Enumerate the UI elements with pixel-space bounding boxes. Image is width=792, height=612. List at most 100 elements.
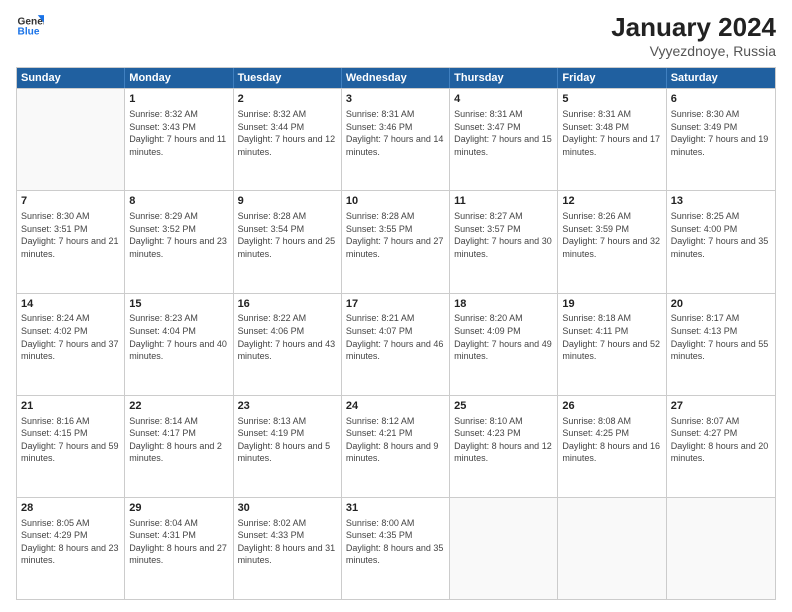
table-row: [667, 498, 775, 599]
header-saturday: Saturday: [667, 68, 775, 88]
day-number: 23: [238, 399, 337, 414]
header-thursday: Thursday: [450, 68, 558, 88]
header-wednesday: Wednesday: [342, 68, 450, 88]
table-row: 19Sunrise: 8:18 AMSunset: 4:11 PMDayligh…: [558, 294, 666, 395]
table-row: 22Sunrise: 8:14 AMSunset: 4:17 PMDayligh…: [125, 396, 233, 497]
table-row: 7Sunrise: 8:30 AMSunset: 3:51 PMDaylight…: [17, 191, 125, 292]
day-number: 16: [238, 297, 337, 312]
cell-info: Sunrise: 8:26 AMSunset: 3:59 PMDaylight:…: [562, 210, 661, 260]
header-friday: Friday: [558, 68, 666, 88]
cell-info: Sunrise: 8:27 AMSunset: 3:57 PMDaylight:…: [454, 210, 553, 260]
calendar-header: Sunday Monday Tuesday Wednesday Thursday…: [17, 68, 775, 88]
cell-info: Sunrise: 8:30 AMSunset: 3:51 PMDaylight:…: [21, 210, 120, 260]
day-number: 2: [238, 92, 337, 107]
table-row: 12Sunrise: 8:26 AMSunset: 3:59 PMDayligh…: [558, 191, 666, 292]
logo: General Blue: [16, 12, 44, 40]
cell-info: Sunrise: 8:23 AMSunset: 4:04 PMDaylight:…: [129, 312, 228, 362]
table-row: 17Sunrise: 8:21 AMSunset: 4:07 PMDayligh…: [342, 294, 450, 395]
week-row-5: 28Sunrise: 8:05 AMSunset: 4:29 PMDayligh…: [17, 497, 775, 599]
table-row: 4Sunrise: 8:31 AMSunset: 3:47 PMDaylight…: [450, 89, 558, 190]
day-number: 9: [238, 194, 337, 209]
table-row: 5Sunrise: 8:31 AMSunset: 3:48 PMDaylight…: [558, 89, 666, 190]
day-number: 19: [562, 297, 661, 312]
day-number: 12: [562, 194, 661, 209]
day-number: 31: [346, 501, 445, 516]
cell-info: Sunrise: 8:13 AMSunset: 4:19 PMDaylight:…: [238, 415, 337, 465]
day-number: 24: [346, 399, 445, 414]
table-row: 21Sunrise: 8:16 AMSunset: 4:15 PMDayligh…: [17, 396, 125, 497]
logo-icon: General Blue: [16, 12, 44, 40]
day-number: 6: [671, 92, 771, 107]
title-block: January 2024 Vyyezdnoye, Russia: [611, 12, 776, 59]
table-row: 23Sunrise: 8:13 AMSunset: 4:19 PMDayligh…: [234, 396, 342, 497]
table-row: 2Sunrise: 8:32 AMSunset: 3:44 PMDaylight…: [234, 89, 342, 190]
calendar: Sunday Monday Tuesday Wednesday Thursday…: [16, 67, 776, 600]
day-number: 26: [562, 399, 661, 414]
day-number: 17: [346, 297, 445, 312]
cell-info: Sunrise: 8:31 AMSunset: 3:47 PMDaylight:…: [454, 108, 553, 158]
cell-info: Sunrise: 8:18 AMSunset: 4:11 PMDaylight:…: [562, 312, 661, 362]
header: General Blue January 2024 Vyyezdnoye, Ru…: [16, 12, 776, 59]
cell-info: Sunrise: 8:12 AMSunset: 4:21 PMDaylight:…: [346, 415, 445, 465]
svg-text:Blue: Blue: [18, 27, 40, 38]
day-number: 3: [346, 92, 445, 107]
cell-info: Sunrise: 8:14 AMSunset: 4:17 PMDaylight:…: [129, 415, 228, 465]
header-sunday: Sunday: [17, 68, 125, 88]
day-number: 11: [454, 194, 553, 209]
day-number: 22: [129, 399, 228, 414]
day-number: 14: [21, 297, 120, 312]
calendar-subtitle: Vyyezdnoye, Russia: [611, 43, 776, 59]
table-row: 14Sunrise: 8:24 AMSunset: 4:02 PMDayligh…: [17, 294, 125, 395]
cell-info: Sunrise: 8:08 AMSunset: 4:25 PMDaylight:…: [562, 415, 661, 465]
cell-info: Sunrise: 8:32 AMSunset: 3:43 PMDaylight:…: [129, 108, 228, 158]
cell-info: Sunrise: 8:22 AMSunset: 4:06 PMDaylight:…: [238, 312, 337, 362]
cell-info: Sunrise: 8:24 AMSunset: 4:02 PMDaylight:…: [21, 312, 120, 362]
cell-info: Sunrise: 8:02 AMSunset: 4:33 PMDaylight:…: [238, 517, 337, 567]
table-row: [558, 498, 666, 599]
header-monday: Monday: [125, 68, 233, 88]
table-row: 28Sunrise: 8:05 AMSunset: 4:29 PMDayligh…: [17, 498, 125, 599]
cell-info: Sunrise: 8:20 AMSunset: 4:09 PMDaylight:…: [454, 312, 553, 362]
cell-info: Sunrise: 8:29 AMSunset: 3:52 PMDaylight:…: [129, 210, 228, 260]
day-number: 8: [129, 194, 228, 209]
table-row: [17, 89, 125, 190]
day-number: 29: [129, 501, 228, 516]
table-row: 8Sunrise: 8:29 AMSunset: 3:52 PMDaylight…: [125, 191, 233, 292]
table-row: 30Sunrise: 8:02 AMSunset: 4:33 PMDayligh…: [234, 498, 342, 599]
cell-info: Sunrise: 8:16 AMSunset: 4:15 PMDaylight:…: [21, 415, 120, 465]
cell-info: Sunrise: 8:17 AMSunset: 4:13 PMDaylight:…: [671, 312, 771, 362]
day-number: 10: [346, 194, 445, 209]
cell-info: Sunrise: 8:00 AMSunset: 4:35 PMDaylight:…: [346, 517, 445, 567]
day-number: 25: [454, 399, 553, 414]
table-row: 26Sunrise: 8:08 AMSunset: 4:25 PMDayligh…: [558, 396, 666, 497]
day-number: 5: [562, 92, 661, 107]
day-number: 15: [129, 297, 228, 312]
table-row: [450, 498, 558, 599]
day-number: 13: [671, 194, 771, 209]
cell-info: Sunrise: 8:30 AMSunset: 3:49 PMDaylight:…: [671, 108, 771, 158]
day-number: 18: [454, 297, 553, 312]
header-tuesday: Tuesday: [234, 68, 342, 88]
table-row: 29Sunrise: 8:04 AMSunset: 4:31 PMDayligh…: [125, 498, 233, 599]
table-row: 24Sunrise: 8:12 AMSunset: 4:21 PMDayligh…: [342, 396, 450, 497]
day-number: 20: [671, 297, 771, 312]
calendar-title: January 2024: [611, 12, 776, 43]
cell-info: Sunrise: 8:21 AMSunset: 4:07 PMDaylight:…: [346, 312, 445, 362]
day-number: 7: [21, 194, 120, 209]
cell-info: Sunrise: 8:07 AMSunset: 4:27 PMDaylight:…: [671, 415, 771, 465]
calendar-body: 1Sunrise: 8:32 AMSunset: 3:43 PMDaylight…: [17, 88, 775, 599]
day-number: 4: [454, 92, 553, 107]
week-row-2: 7Sunrise: 8:30 AMSunset: 3:51 PMDaylight…: [17, 190, 775, 292]
day-number: 27: [671, 399, 771, 414]
day-number: 21: [21, 399, 120, 414]
cell-info: Sunrise: 8:28 AMSunset: 3:55 PMDaylight:…: [346, 210, 445, 260]
cell-info: Sunrise: 8:28 AMSunset: 3:54 PMDaylight:…: [238, 210, 337, 260]
table-row: 25Sunrise: 8:10 AMSunset: 4:23 PMDayligh…: [450, 396, 558, 497]
cell-info: Sunrise: 8:10 AMSunset: 4:23 PMDaylight:…: [454, 415, 553, 465]
day-number: 30: [238, 501, 337, 516]
week-row-1: 1Sunrise: 8:32 AMSunset: 3:43 PMDaylight…: [17, 88, 775, 190]
cell-info: Sunrise: 8:31 AMSunset: 3:48 PMDaylight:…: [562, 108, 661, 158]
table-row: 27Sunrise: 8:07 AMSunset: 4:27 PMDayligh…: [667, 396, 775, 497]
day-number: 28: [21, 501, 120, 516]
table-row: 11Sunrise: 8:27 AMSunset: 3:57 PMDayligh…: [450, 191, 558, 292]
